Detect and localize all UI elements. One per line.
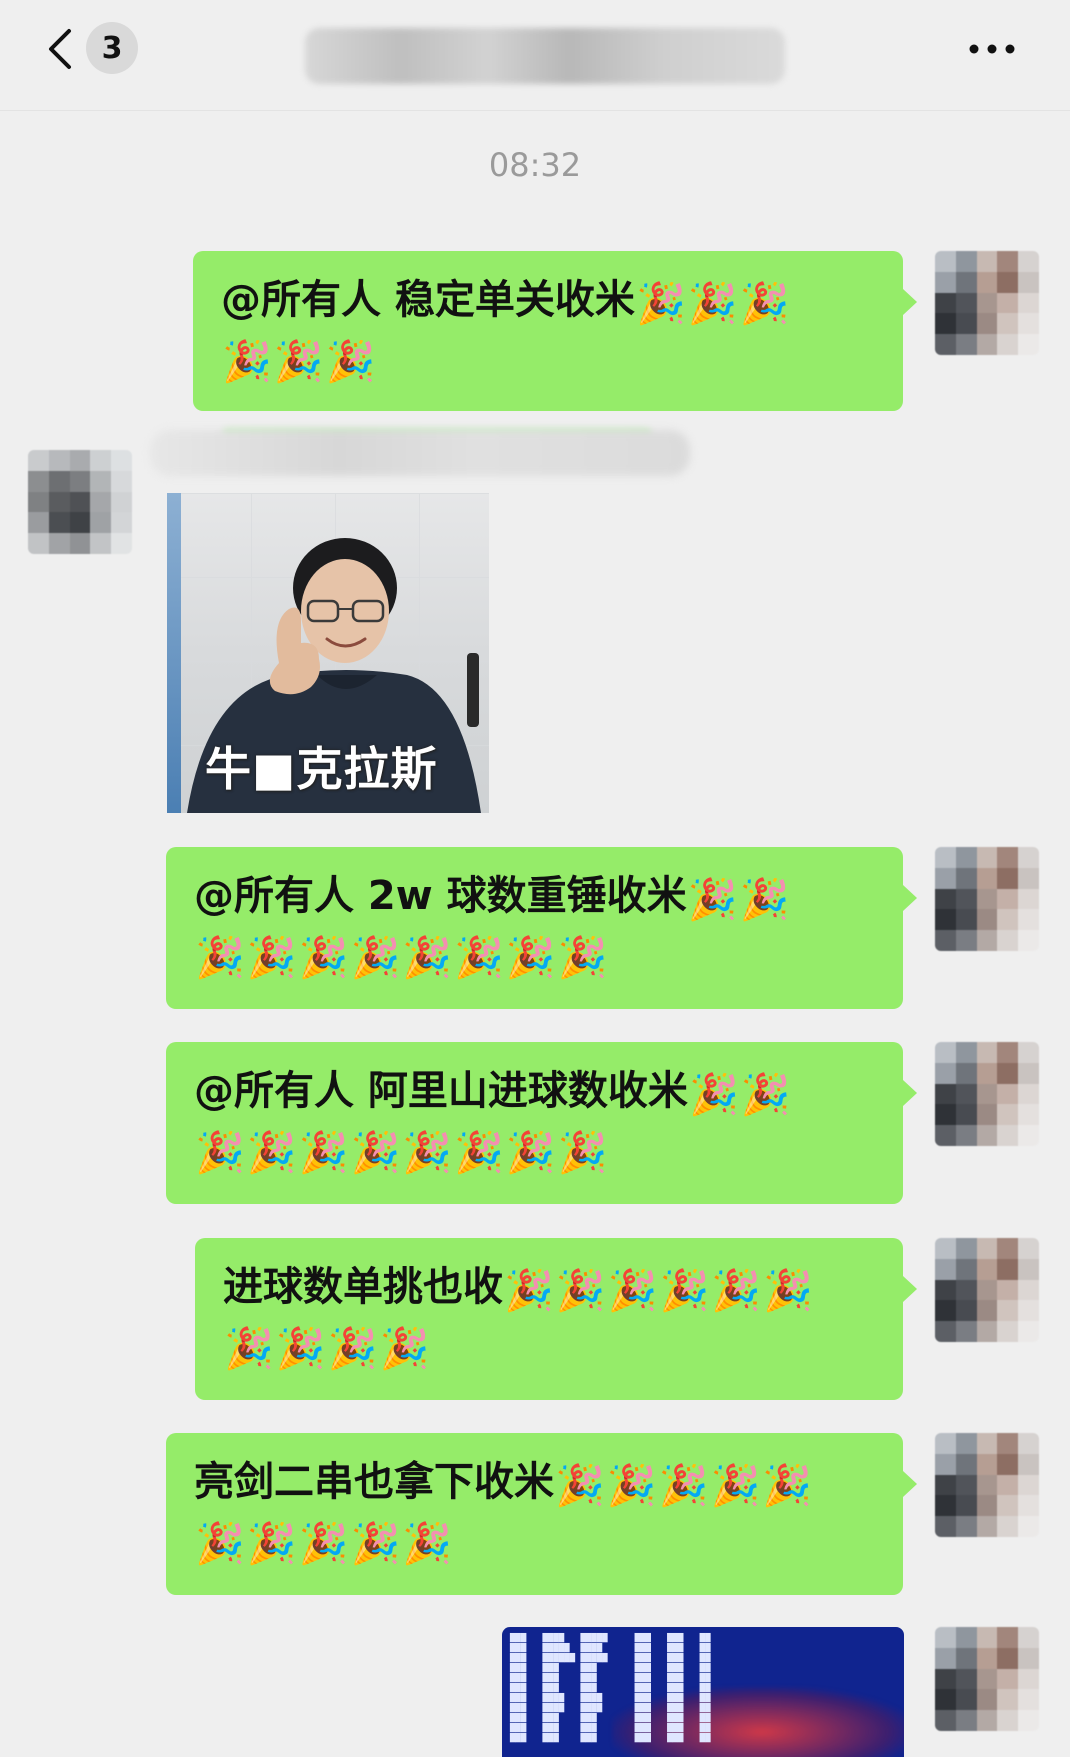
sender-avatar[interactable] (28, 450, 132, 554)
avatar[interactable] (935, 1042, 1039, 1146)
party-popper-icon: 🎉 (273, 339, 324, 385)
party-popper-icon: 🎉 (454, 935, 504, 981)
message-text: @所有人 阿里山进球数收米 (194, 1068, 688, 1114)
party-popper-icon: 🎉 (402, 1521, 453, 1567)
message-bubble[interactable]: 进球数单挑也收🎉🎉🎉🎉🎉🎉 🎉🎉🎉🎉 (195, 1238, 917, 1400)
party-popper-icon: 🎉 (224, 1326, 274, 1372)
party-popper-icon: 🎉 (298, 935, 349, 981)
party-popper-icon: 🎉 (327, 1326, 378, 1372)
party-popper-icon: 🎉 (687, 877, 738, 923)
party-popper-icon: 🎉 (688, 1072, 739, 1118)
message-text: @所有人 2w 球数重锤收米 (194, 873, 687, 919)
chat-screen: 3 08:32 @所有人 稳定单关收米🎉🎉🎉 🎉🎉🎉 牛■克拉斯 @所有人 2w… (0, 0, 1070, 1757)
party-popper-icon: 🎉 (505, 935, 556, 981)
party-popper-icon: 🎉 (195, 1130, 245, 1176)
party-popper-icon: 🎉 (687, 281, 738, 327)
party-popper-icon: 🎉 (555, 1463, 605, 1509)
message-bubble[interactable]: @所有人 2w 球数重锤收米🎉🎉 🎉🎉🎉🎉🎉🎉🎉🎉 (166, 847, 917, 1009)
party-popper-icon: 🎉 (246, 1521, 297, 1567)
party-popper-icon: 🎉 (739, 877, 790, 923)
party-popper-icon: 🎉 (325, 339, 376, 385)
party-popper-icon: 🎉 (739, 281, 790, 327)
party-popper-icon: 🎉 (711, 1268, 762, 1314)
party-popper-icon: 🎉 (659, 1268, 710, 1314)
screenshot-image-message[interactable]: ▇▇▇ ▇▇▇▇ ▇▇▇▇▇ ▇▇▇ ▇▇▇ ▇▇ ▇▇▇ ▇▇▇▇▇ ▇▇▇▇… (502, 1627, 904, 1757)
message-text: 亮剑二串也拿下收米 (194, 1459, 554, 1505)
party-popper-icon: 🎉 (379, 1326, 430, 1372)
party-popper-icon: 🎉 (763, 1268, 813, 1314)
party-popper-icon: 🎉 (454, 1130, 504, 1176)
party-popper-icon: 🎉 (762, 1463, 813, 1509)
party-popper-icon: 🎉 (504, 1268, 554, 1314)
party-popper-icon: 🎉 (298, 1130, 349, 1176)
party-popper-icon: 🎉 (195, 1521, 245, 1567)
sender-name-blurred (150, 430, 690, 476)
message-text: 进球数单挑也收 (223, 1264, 503, 1310)
party-popper-icon: 🎉 (350, 1130, 401, 1176)
party-popper-icon: 🎉 (555, 1268, 606, 1314)
party-popper-icon: 🎉 (222, 339, 272, 385)
chevron-left-icon[interactable] (40, 24, 80, 74)
avatar[interactable] (935, 1627, 1039, 1731)
party-popper-icon: 🎉 (246, 1130, 297, 1176)
party-popper-icon: 🎉 (298, 1521, 349, 1567)
party-popper-icon: 🎉 (710, 1463, 761, 1509)
party-popper-icon: 🎉 (195, 935, 245, 981)
party-popper-icon: 🎉 (402, 935, 453, 981)
party-popper-icon: 🎉 (557, 935, 608, 981)
party-popper-icon: 🎉 (606, 1463, 657, 1509)
party-popper-icon: 🎉 (246, 935, 297, 981)
party-popper-icon: 🎉 (275, 1326, 326, 1372)
party-popper-icon: 🎉 (350, 935, 401, 981)
party-popper-icon: 🎉 (607, 1268, 658, 1314)
message-timestamp: 08:32 (488, 146, 582, 184)
avatar[interactable] (935, 1238, 1039, 1342)
image-table-content: ▇▇▇ ▇▇▇▇ ▇▇▇▇▇ ▇▇▇ ▇▇▇ ▇▇ ▇▇▇ ▇▇▇▇▇ ▇▇▇▇… (510, 1633, 711, 1743)
party-popper-icon: 🎉 (505, 1130, 556, 1176)
message-text: @所有人 稳定单关收米 (221, 277, 635, 323)
unread-count-badge[interactable]: 3 (86, 22, 138, 74)
avatar[interactable] (935, 1433, 1039, 1537)
more-dots-icon[interactable] (964, 24, 1020, 74)
message-bubble[interactable]: @所有人 稳定单关收米🎉🎉🎉 🎉🎉🎉 (193, 251, 917, 411)
meme-caption: 牛■克拉斯 (205, 742, 438, 796)
message-bubble[interactable]: @所有人 阿里山进球数收米🎉🎉 🎉🎉🎉🎉🎉🎉🎉🎉 (166, 1042, 917, 1204)
party-popper-icon: 🎉 (557, 1130, 608, 1176)
meme-image[interactable]: 牛■克拉斯 (167, 493, 489, 813)
party-popper-icon: 🎉 (635, 281, 686, 327)
chat-title-blurred (305, 28, 785, 84)
avatar[interactable] (935, 251, 1039, 355)
party-popper-icon: 🎉 (350, 1521, 401, 1567)
avatar[interactable] (935, 847, 1039, 951)
chat-header: 3 (0, 0, 1070, 111)
message-bubble[interactable]: 亮剑二串也拿下收米🎉🎉🎉🎉🎉 🎉🎉🎉🎉🎉 (166, 1433, 917, 1595)
party-popper-icon: 🎉 (658, 1463, 709, 1509)
party-popper-icon: 🎉 (402, 1130, 453, 1176)
party-popper-icon: 🎉 (740, 1072, 791, 1118)
